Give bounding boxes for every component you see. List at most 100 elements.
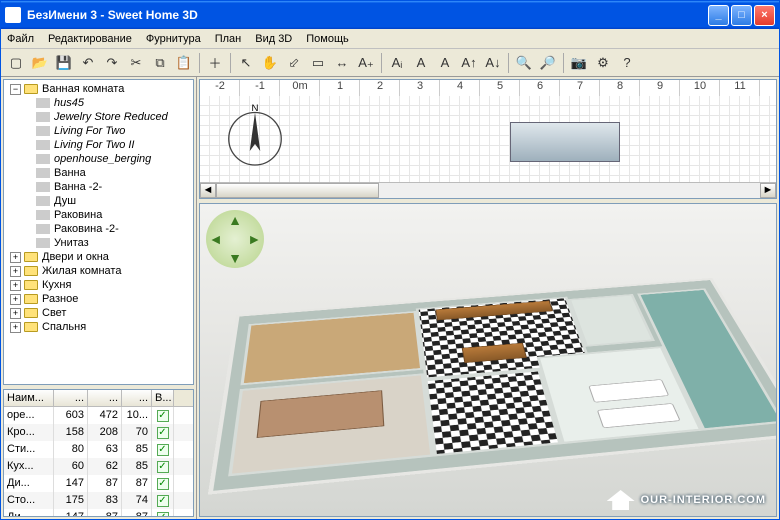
undo-icon[interactable]: ↶ [77,52,99,74]
visibility-checkbox[interactable]: ✓ [157,478,169,490]
table-row[interactable]: Ди...1478787✓ [4,475,193,492]
table-row[interactable]: Сто...1758374✓ [4,492,193,509]
col-w[interactable]: ... [54,390,88,406]
col-vis[interactable]: В... [152,390,174,406]
help-icon[interactable]: ? [616,52,638,74]
scroll-thumb[interactable] [216,183,379,198]
table-row[interactable]: Кух...606285✓ [4,458,193,475]
plan-preview-building[interactable] [510,122,620,162]
scroll-track[interactable] [216,183,760,198]
copy-icon[interactable]: ⧉ [149,52,171,74]
nav-right-button[interactable]: ► [245,229,264,248]
col-name[interactable]: Наим... [4,390,54,406]
wall-icon[interactable]: ⬃ [283,52,305,74]
tree-cat-4[interactable]: +Свет [6,306,191,320]
visibility-checkbox[interactable]: ✓ [157,495,169,507]
plan-horizontal-scrollbar[interactable]: ◄ ► [200,182,776,198]
visibility-checkbox[interactable]: ✓ [157,427,169,439]
open-icon[interactable]: 📂 [29,52,51,74]
scroll-left-button[interactable]: ◄ [200,183,216,198]
pointer-icon[interactable]: ↖ [235,52,257,74]
scroll-right-button[interactable]: ► [760,183,776,198]
toolbar-separator [381,53,382,73]
minimize-button[interactable]: _ [708,5,729,26]
tree-root-bathroom[interactable]: −Ванная комната [6,82,191,96]
col-h[interactable]: ... [122,390,152,406]
tree-cat-1[interactable]: +Жилая комната [6,264,191,278]
tree-item-0[interactable]: hus45 [6,96,191,110]
save-icon[interactable]: 💾 [53,52,75,74]
text-icon[interactable]: A₊ [355,52,377,74]
tree-cat-3[interactable]: +Разное [6,292,191,306]
cut-icon[interactable]: ✂ [125,52,147,74]
tree-item-4[interactable]: openhouse_berging [6,152,191,166]
table-row[interactable]: Кро...15820870✓ [4,424,193,441]
zoom-out-icon[interactable]: 🔎 [537,52,559,74]
menu-furniture[interactable]: Фурнитура [146,33,201,45]
ruler-mark: 8 [600,80,640,96]
zoom-in-icon[interactable]: 🔍 [513,52,535,74]
menu-file[interactable]: Файл [7,33,34,45]
tree-item-7[interactable]: Душ [6,194,191,208]
tree-item-2[interactable]: Living For Two [6,124,191,138]
tree-cat-2[interactable]: +Кухня [6,278,191,292]
ruler-mark: 9 [640,80,680,96]
tree-cat-5[interactable]: +Спальня [6,320,191,334]
nav-3d-control[interactable]: ▲ ◄ ► ▼ [206,210,264,268]
col-d[interactable]: ... [88,390,122,406]
snapshot-icon[interactable]: 📷 [568,52,590,74]
menu-view3d[interactable]: Вид 3D [255,33,292,45]
text-style-icon[interactable]: Aᵢ [386,52,408,74]
visibility-checkbox[interactable]: ✓ [157,461,169,473]
floor-plan-3d[interactable] [208,278,777,495]
tree-item-10[interactable]: Унитаз [6,236,191,250]
ruler-mark: 10 [680,80,720,96]
ruler-mark: 2 [360,80,400,96]
plan-canvas[interactable]: N [200,96,776,182]
visibility-checkbox[interactable]: ✓ [157,512,169,517]
maximize-button[interactable]: □ [731,5,752,26]
nav-up-button[interactable]: ▲ [225,210,244,229]
ruler-mark: 0m [280,80,320,96]
plan-2d-pane[interactable]: -2-10m1234567891011 N ◄ ► [199,79,777,199]
left-panel: −Ванная комнатаhus45Jewelry Store Reduce… [1,77,197,519]
table-row[interactable]: Ди...1478787✓ [4,509,193,517]
visibility-checkbox[interactable]: ✓ [157,444,169,456]
furniture-list-table[interactable]: Наим... ... ... ... В... оре...60347210.… [3,389,194,517]
titlebar[interactable]: БезИмени 3 - Sweet Home 3D _ □ × [1,1,779,29]
ruler-mark: -2 [200,80,240,96]
furniture-catalog-tree[interactable]: −Ванная комнатаhus45Jewelry Store Reduce… [3,79,194,385]
nav-down-button[interactable]: ▼ [225,249,244,268]
close-button[interactable]: × [754,5,775,26]
tree-item-1[interactable]: Jewelry Store Reduced [6,110,191,124]
table-row[interactable]: оре...60347210...✓ [4,407,193,424]
nav-left-button[interactable]: ◄ [206,229,225,248]
ruler-mark: 1 [320,80,360,96]
tree-item-3[interactable]: Living For Two II [6,138,191,152]
compass-icon[interactable]: N [220,102,290,172]
menu-edit[interactable]: Редактирование [48,33,132,45]
hand-icon[interactable]: ✋ [259,52,281,74]
increase-icon[interactable]: A↑ [458,52,480,74]
decrease-icon[interactable]: A↓ [482,52,504,74]
tree-item-8[interactable]: Раковина [6,208,191,222]
dimension-icon[interactable]: ↔ [331,52,353,74]
tree-item-5[interactable]: Ванна [6,166,191,180]
menu-plan[interactable]: План [215,33,242,45]
table-row[interactable]: Сти...806385✓ [4,441,193,458]
tree-item-6[interactable]: Ванна -2- [6,180,191,194]
paste-icon[interactable]: 📋 [173,52,195,74]
room-icon[interactable]: ▭ [307,52,329,74]
add-furniture-icon[interactable]: ＋ [204,52,226,74]
new-icon[interactable]: ▢ [5,52,27,74]
visibility-checkbox[interactable]: ✓ [157,410,169,422]
settings-icon[interactable]: ⚙ [592,52,614,74]
tree-cat-0[interactable]: +Двери и окна [6,250,191,264]
ruler-mark: 5 [480,80,520,96]
tree-item-9[interactable]: Раковина -2- [6,222,191,236]
menu-help[interactable]: Помощь [306,33,349,45]
view-3d-pane[interactable]: ▲ ◄► ▼ OUR-INTERIOR.COM [199,203,777,517]
bold-icon[interactable]: A [410,52,432,74]
italic-icon[interactable]: A [434,52,456,74]
redo-icon[interactable]: ↷ [101,52,123,74]
